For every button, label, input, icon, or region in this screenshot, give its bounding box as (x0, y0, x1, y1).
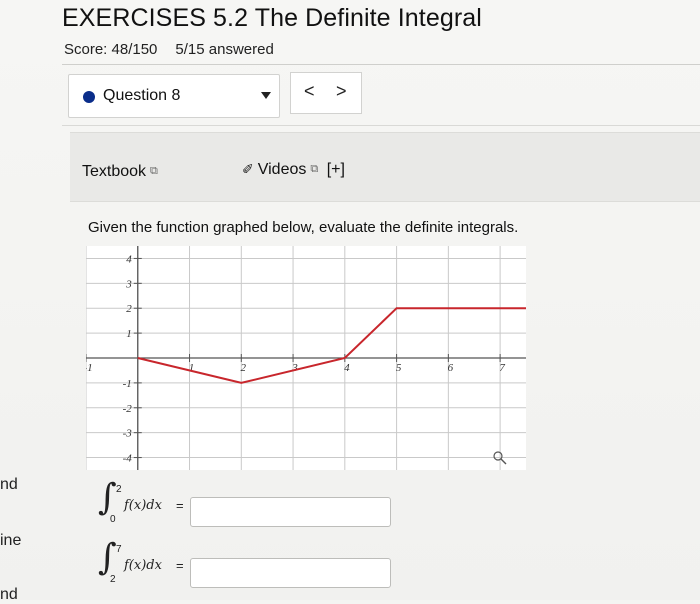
paperclip-icon: ✐ (242, 161, 254, 177)
answer-input[interactable] (190, 558, 391, 588)
y-tick-label: -2 (123, 403, 133, 415)
question-nav-group: < > (290, 72, 362, 114)
y-tick-label: -3 (123, 428, 133, 440)
question-status-dot (83, 91, 95, 103)
x-tick-label: 7 (499, 362, 505, 374)
page-title: EXERCISES 5.2 The Definite Integral (62, 4, 482, 32)
x-tick-label: 3 (291, 362, 298, 374)
y-tick-label: -1 (123, 378, 132, 390)
y-tick-label: 3 (125, 278, 132, 290)
x-tick-label: 2 (241, 362, 247, 374)
videos-label: Videos (257, 161, 307, 178)
left-edge-word: nd (0, 586, 18, 603)
integrand: f(x)dx (124, 498, 162, 513)
equals-sign: = (176, 498, 184, 513)
y-tick-label: 1 (126, 328, 132, 340)
left-edge-word: ine (0, 532, 22, 549)
previous-question-button[interactable]: < (304, 81, 315, 102)
textbook-label: Textbook (82, 163, 147, 180)
upper-limit: 2 (116, 484, 122, 495)
lower-limit: 2 (110, 574, 116, 585)
videos-link[interactable]: ✐ Videos ⧉ [+] (242, 161, 345, 179)
question-label: Question 8 (103, 87, 181, 104)
next-question-button[interactable]: > (336, 81, 347, 102)
chevron-down-icon (261, 92, 271, 99)
question-selector[interactable]: Question 8 (68, 74, 280, 118)
y-tick-label: 4 (126, 253, 132, 265)
score-text: Score: 48/150 (64, 41, 158, 58)
integral-sign: ∫ (98, 537, 117, 578)
lower-limit: 0 (110, 514, 116, 525)
expand-videos-button[interactable]: [+] (327, 161, 345, 178)
score-line: Score: 48/150 5/15 answered (64, 41, 274, 58)
x-tick-label: 5 (396, 362, 402, 374)
external-link-icon: ⧉ (150, 165, 158, 177)
external-link-icon: ⧉ (310, 163, 319, 175)
x-tick-label: 4 (344, 362, 350, 374)
equals-sign: = (176, 558, 184, 573)
x-tick-label: -1 (86, 362, 93, 374)
answer-input[interactable] (190, 497, 391, 527)
function-graph: -112345674321-1-2-3-4 (86, 246, 526, 470)
question-prompt: Given the function graphed below, evalua… (88, 219, 519, 236)
integrand: f(x)dx (124, 558, 162, 573)
y-tick-label: -4 (123, 453, 133, 465)
answered-count: 5/15 answered (175, 41, 274, 58)
resources-bar: Textbook ⧉ ✐ Videos ⧉ [+] (70, 132, 700, 202)
left-edge-cut-text: nd ine nd (0, 470, 30, 603)
integral-sign: ∫ (98, 477, 117, 518)
x-tick-label: 6 (448, 362, 454, 374)
y-tick-label: 2 (126, 303, 132, 315)
divider (62, 64, 700, 65)
left-edge-word: nd (0, 476, 18, 493)
upper-limit: 7 (116, 544, 122, 555)
divider (62, 125, 700, 126)
textbook-link[interactable]: Textbook ⧉ (82, 163, 158, 181)
